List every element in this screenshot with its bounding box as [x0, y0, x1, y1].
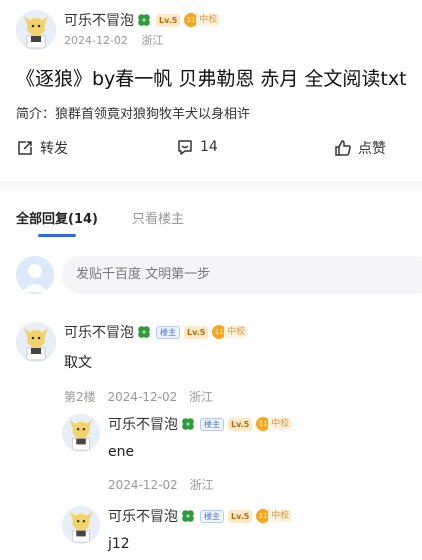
- post-location: 浙江: [141, 34, 164, 47]
- reply-author[interactable]: 可乐不冒泡: [108, 414, 178, 434]
- reply-avatar[interactable]: [62, 506, 100, 544]
- reply-location: 浙江: [189, 478, 214, 492]
- comment-text: 取文: [64, 355, 92, 371]
- forward-icon: [18, 141, 32, 155]
- post-title: 《逐狼》by春一帆 贝弗勒恩 赤月 全文阅读txt: [16, 68, 407, 90]
- clover-icon: [182, 418, 194, 430]
- reply-input[interactable]: 发贴千百度 文明第一步: [62, 256, 422, 294]
- level-badge: Lv.5: [228, 417, 253, 431]
- action-bar: 转发 14 点赞: [0, 138, 422, 164]
- op-tag: 楼主: [200, 509, 224, 523]
- comment-count: 14: [200, 139, 218, 155]
- clover-icon: [138, 326, 150, 338]
- comment-location: 浙江: [189, 390, 214, 404]
- author-name[interactable]: 可乐不冒泡: [64, 10, 134, 30]
- comment-button[interactable]: 14: [176, 138, 218, 156]
- tier-badge: 11 中校: [256, 417, 293, 431]
- tier-label: 中校: [196, 14, 221, 26]
- reply-text: j12: [108, 536, 130, 552]
- op-tag: 楼主: [200, 417, 224, 431]
- nested-reply: 可乐不冒泡 楼主 Lv.5 11 中校 ene 2024-12-02 浙江: [62, 414, 293, 493]
- reply-avatar[interactable]: [62, 414, 100, 452]
- author-avatar[interactable]: [16, 10, 56, 50]
- nested-reply: 可乐不冒泡 楼主 Lv.5 11 中校 j12: [62, 506, 293, 552]
- level-badge: Lv.5: [184, 325, 209, 339]
- tier-label: 中校: [268, 418, 293, 430]
- tier-label: 中校: [224, 326, 249, 338]
- clover-icon: [138, 14, 150, 26]
- tier-badge: 11 中校: [184, 13, 221, 27]
- like-button[interactable]: 点赞: [334, 138, 386, 158]
- current-user-avatar: [16, 256, 54, 294]
- comment-author[interactable]: 可乐不冒泡: [64, 322, 134, 342]
- level-badge: Lv.5: [228, 509, 253, 523]
- reply-tabs: 全部回复(14) 只看楼主: [16, 208, 218, 238]
- tier-badge: 11 中校: [256, 509, 293, 523]
- reply-date: 2024-12-02: [108, 478, 178, 492]
- post-summary: 简介：狼群首领竟对狼狗牧羊犬以身相许: [16, 107, 251, 122]
- comment-floor-2: 可乐不冒泡 楼主 Lv.5 11 中校 取文 第2楼 2024-12-02 浙江: [16, 322, 249, 405]
- tier-label: 中校: [268, 510, 293, 522]
- comment-avatar[interactable]: [16, 322, 56, 362]
- clover-icon: [182, 510, 194, 522]
- level-badge: Lv.5: [156, 13, 181, 27]
- like-label: 点赞: [358, 141, 386, 157]
- reply-box: 发贴千百度 文明第一步: [16, 256, 422, 294]
- comment-floor: 第2楼: [64, 390, 96, 404]
- section-divider: [0, 182, 422, 190]
- tab-all-replies[interactable]: 全部回复(14): [16, 208, 98, 238]
- forward-button[interactable]: 转发: [16, 138, 68, 158]
- tab-author-only[interactable]: 只看楼主: [132, 208, 184, 238]
- reply-author[interactable]: 可乐不冒泡: [108, 506, 178, 526]
- op-tag: 楼主: [156, 325, 180, 339]
- forward-label: 转发: [40, 141, 68, 157]
- post-header: 可乐不冒泡 Lv.5 11 中校 2024-12-02 浙江: [16, 10, 221, 50]
- reply-text: ene: [108, 444, 135, 460]
- like-icon: [335, 140, 351, 156]
- post-date: 2024-12-02: [64, 34, 128, 47]
- comment-icon: [178, 140, 192, 155]
- tier-badge: 11 中校: [212, 325, 249, 339]
- comment-date: 2024-12-02: [107, 390, 178, 404]
